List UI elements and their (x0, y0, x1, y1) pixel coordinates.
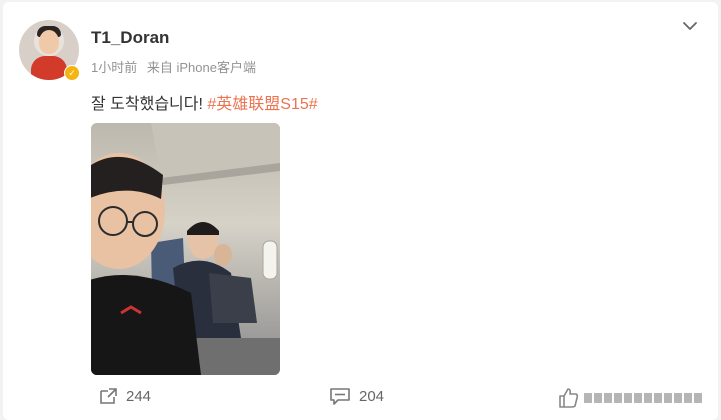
comment-button[interactable]: 204 (329, 387, 384, 405)
hashtag-link[interactable]: #英雄联盟S15# (207, 96, 317, 113)
comment-count: 204 (359, 387, 385, 405)
post-source: 来自 iPhone客户端 (146, 60, 256, 75)
verified-badge-icon: ✓ (64, 65, 80, 81)
repost-count: 244 (126, 387, 152, 405)
like-icon (559, 388, 702, 408)
post-time[interactable]: 1小时前 (91, 60, 137, 75)
post-photo[interactable] (91, 123, 280, 375)
username[interactable]: T1_Doran (91, 28, 169, 48)
post-meta: 1小时前 来自 iPhone客户端 (91, 57, 262, 76)
repost-button[interactable]: 244 (98, 387, 151, 405)
comment-icon (330, 388, 350, 405)
like-button[interactable] (558, 387, 718, 409)
weibo-post-card: ✓ T1_Doran 1小时前 来自 iPhone客户端 잘 도착했습니다! #… (3, 2, 718, 420)
post-text: 잘 도착했습니다! #英雄联盟S15# (91, 90, 318, 114)
avatar-body (31, 56, 67, 80)
avatar-face (39, 30, 59, 54)
airplane-selfie-image (91, 123, 280, 375)
repost-icon (100, 388, 117, 404)
chevron-down-icon[interactable] (682, 20, 698, 32)
post-body: 잘 도착했습니다! (91, 96, 208, 113)
